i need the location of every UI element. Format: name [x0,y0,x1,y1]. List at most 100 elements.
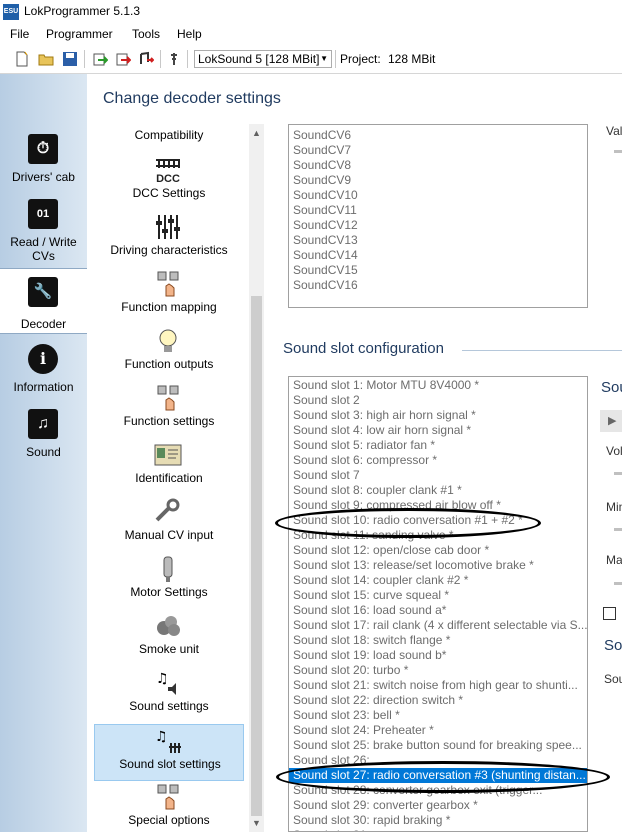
max-label: Ma [606,553,622,567]
save-icon[interactable] [62,51,78,67]
annotation-ellipse [276,761,610,793]
list-item[interactable]: SoundCV14 [289,248,587,263]
settings-category-list: Compatibility DCC DCC Settings Driving c… [88,120,248,832]
menu-programmer[interactable]: Programmer [46,27,113,41]
drivers-cab-icon: ⏱ [28,134,58,164]
setting-label: Function mapping [121,300,217,314]
sound-slot-item[interactable]: Sound slot 19: load sound b* [289,648,587,663]
sound-slot-item[interactable]: Sound slot 25: brake button sound for br… [289,738,587,753]
project-value: 128 MBit [388,52,436,66]
menu-bar: File Programmer Tools Help [0,24,622,44]
nav-decoder[interactable]: 🔧 Decoder [0,268,87,334]
list-item[interactable]: SoundCV7 [289,143,587,158]
setting-special-options[interactable]: Special options [94,781,244,832]
sound-slot-item[interactable]: Sound slot 1: Motor MTU 8V4000 * [289,378,587,393]
scroll-up-icon[interactable]: ▲ [252,128,261,138]
nav-label: Read / Write CVs [10,235,77,263]
min-slider[interactable] [614,528,622,531]
sound-slot-item[interactable]: Sound slot 12: open/close cab door * [289,543,587,558]
sound-slot-item[interactable]: Sound slot 5: radiator fan * [289,438,587,453]
svg-text:DCC: DCC [156,173,180,184]
setting-label: Manual CV input [124,528,214,542]
list-item[interactable]: SoundCV10 [289,188,587,203]
list-item[interactable]: SoundCV6 [289,128,587,143]
sound-slot-item[interactable]: Sound slot 20: turbo * [289,663,587,678]
setting-motor-settings[interactable]: Motor Settings [94,553,244,610]
id-card-icon [154,444,182,466]
sound-slot-item[interactable]: Sound slot 21: switch noise from high ge… [289,678,587,693]
sound-slot-item[interactable]: Sound slot 22: direction switch * [289,693,587,708]
sound-slot-item[interactable]: Sound slot 30: rapid braking * [289,813,587,828]
settings-scrollbar[interactable]: ▲ ▼ [249,124,264,832]
main-navigation: ⏱ Drivers' cab 01 Read / Write CVs 🔧 Dec… [0,74,87,832]
setting-label: Compatibility [134,128,204,142]
sound-slot-item[interactable]: Sound slot 23: bell * [289,708,587,723]
nav-information[interactable]: i Information [0,342,87,406]
sound-slot-item[interactable]: Sound slot 16: load sound a* [289,603,587,618]
list-item[interactable]: SoundCV15 [289,263,587,278]
dcc-icon: DCC [156,159,180,184]
setting-label: Function outputs [124,357,214,371]
read-write-cvs-icon: 01 [28,199,58,229]
sound-slot-item[interactable]: Sound slot 6: compressor * [289,453,587,468]
decoder-type-select[interactable]: LokSound 5 [128 MBit] ▼ [194,50,332,68]
sound-cv-list[interactable]: SoundCV6 SoundCV7 SoundCV8 SoundCV9 Soun… [288,124,588,308]
open-folder-icon[interactable] [38,51,54,67]
sound-slot-item[interactable]: Sound slot 24: Preheater * [289,723,587,738]
play-button[interactable]: ▶ [600,410,622,432]
sound-slot-item[interactable]: Sound slot 8: coupler clank #1 * [289,483,587,498]
app-icon: ESU [3,4,19,20]
menu-help[interactable]: Help [177,27,202,41]
setting-compatibility[interactable]: Compatibility [94,126,244,150]
sound-slot-item[interactable]: Sound slot 18: switch flange * [289,633,587,648]
value-slider[interactable] [614,150,622,153]
sound-slot-item[interactable]: Sound slot 3: high air horn signal * [289,408,587,423]
setting-sound-settings[interactable]: ♫ Sound settings [94,667,244,724]
setting-label: Special options [128,813,210,827]
sound-slot-item[interactable]: Sound slot 7 [289,468,587,483]
list-item[interactable]: SoundCV9 [289,173,587,188]
volume-slider[interactable] [614,472,622,475]
list-item[interactable]: SoundCV11 [289,203,587,218]
setting-label: Sound slot settings [119,757,221,771]
sound-slot-item[interactable]: Sound slot 29: converter gearbox * [289,798,587,813]
setting-sound-slot-settings[interactable]: ♫ Sound slot settings [94,724,244,781]
sound-slot-item[interactable]: Sound slot 31: ... [289,828,587,831]
new-file-icon[interactable] [14,51,30,67]
list-item[interactable]: SoundCV8 [289,158,587,173]
annotation-ellipse [275,508,541,538]
setting-driving-characteristics[interactable]: Driving characteristics [94,211,244,268]
read-decoder-icon[interactable] [92,51,108,67]
nav-drivers-cab[interactable]: ⏱ Drivers' cab [0,132,87,196]
sound-slot-item[interactable]: Sound slot 14: coupler clank #2 * [289,573,587,588]
write-decoder-icon[interactable] [115,51,131,67]
list-item[interactable]: SoundCV13 [289,233,587,248]
setting-function-outputs[interactable]: Function outputs [94,325,244,382]
scroll-down-icon[interactable]: ▼ [252,818,261,828]
track-power-icon[interactable] [166,51,182,67]
option-checkbox[interactable] [603,607,616,620]
setting-smoke-unit[interactable]: Smoke unit [94,610,244,667]
setting-function-settings[interactable]: Function settings [94,382,244,439]
decoder-icon: 🔧 [28,277,58,307]
sound-slot-item[interactable]: Sound slot 4: low air horn signal * [289,423,587,438]
sound-slot-item[interactable]: Sound slot 17: rail clank (4 x different… [289,618,587,633]
svg-text:♫: ♫ [155,729,168,745]
setting-identification[interactable]: Identification [94,439,244,496]
list-item[interactable]: SoundCV16 [289,278,587,293]
sound-slot-item[interactable]: Sound slot 15: curve squeal * [289,588,587,603]
sound-slot-item[interactable]: Sound slot 13: release/set locomotive br… [289,558,587,573]
sound-slot-item[interactable]: Sound slot 2 [289,393,587,408]
sound-settings-icon: ♫ [156,671,176,695]
setting-function-mapping[interactable]: Function mapping [94,268,244,325]
setting-dcc-settings[interactable]: DCC DCC Settings [94,154,244,211]
write-sound-icon[interactable] [138,51,154,67]
nav-read-write-cvs[interactable]: 01 Read / Write CVs [0,197,87,263]
nav-sound[interactable]: ♫ Sound [0,407,87,471]
menu-file[interactable]: File [10,27,29,41]
max-slider[interactable] [614,582,622,585]
menu-tools[interactable]: Tools [132,27,160,41]
scrollbar-thumb[interactable] [251,296,262,816]
list-item[interactable]: SoundCV12 [289,218,587,233]
setting-manual-cv-input[interactable]: Manual CV input [94,496,244,553]
